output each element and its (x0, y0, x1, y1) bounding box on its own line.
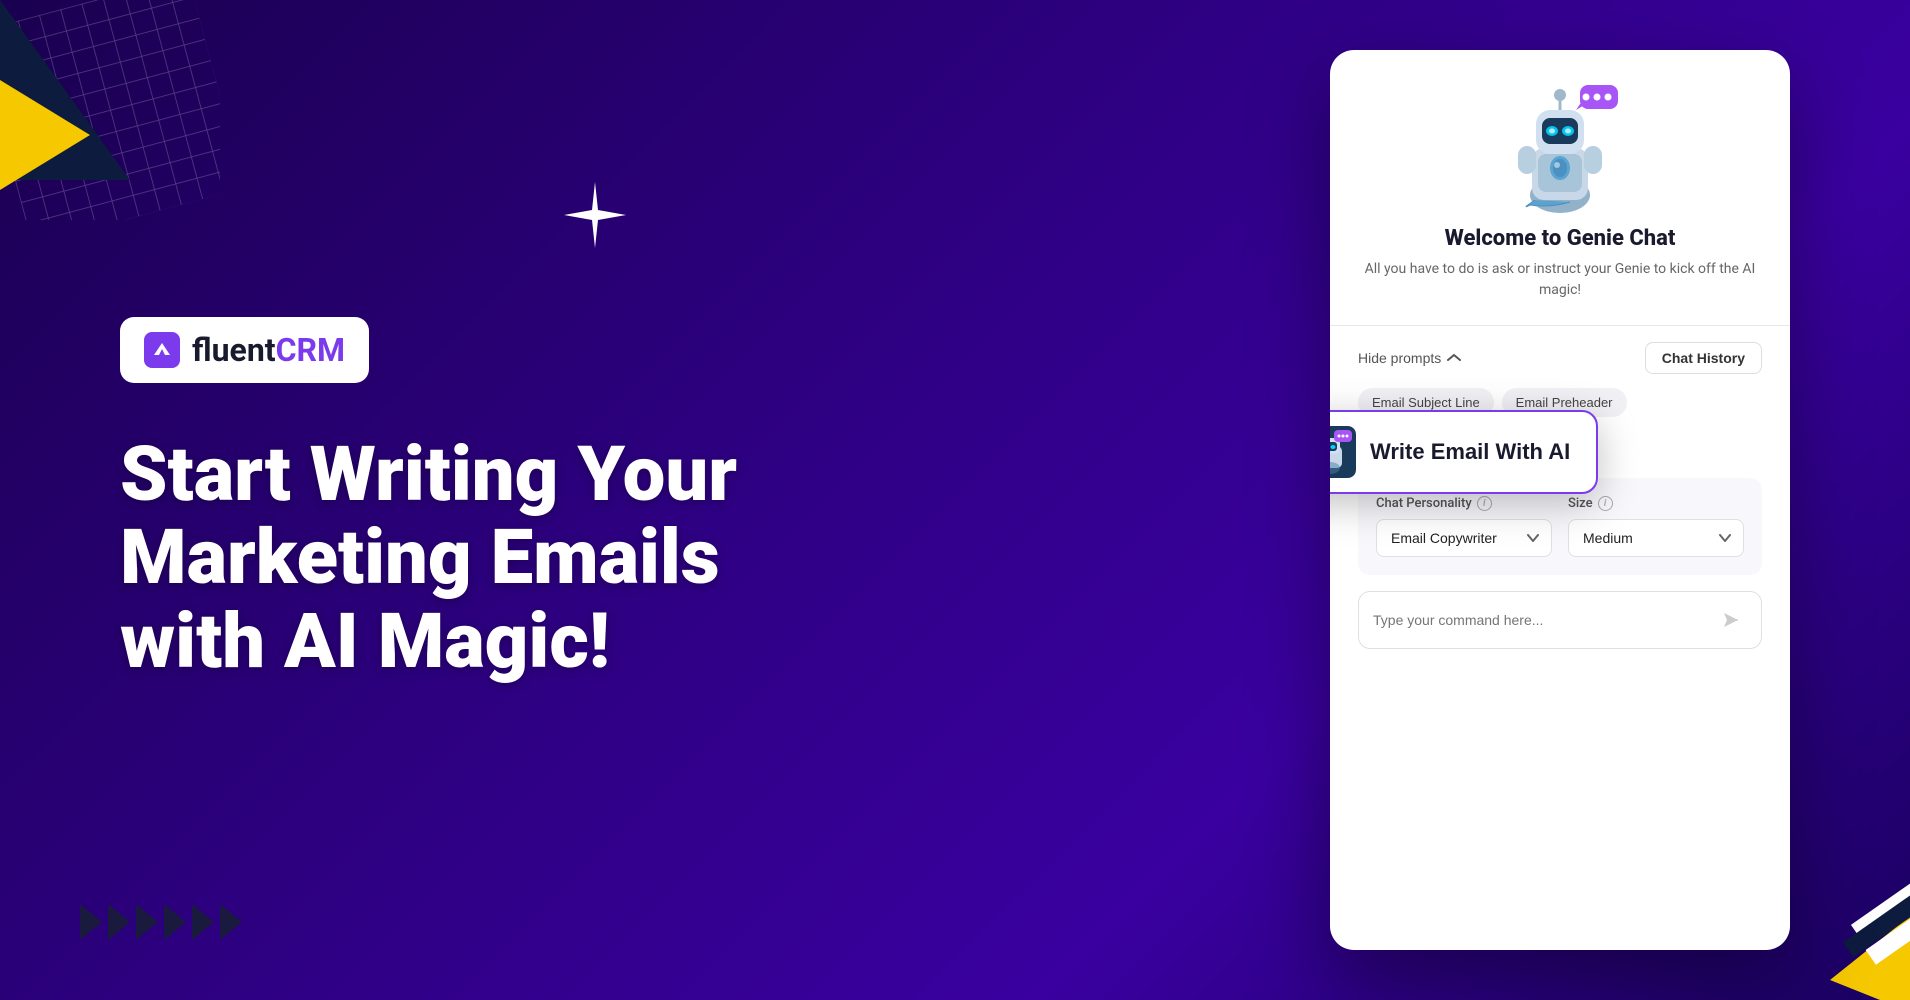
chat-input[interactable] (1373, 612, 1705, 628)
chevron-up-icon (1447, 353, 1461, 363)
genie-chat-panel: Welcome to Genie Chat All you have to do… (1330, 50, 1790, 950)
size-select[interactable]: Small Medium Large (1568, 519, 1744, 557)
send-icon (1722, 611, 1740, 629)
robot-avatar (1500, 80, 1620, 210)
settings-row: Chat Personality i Email Copywriter Sale… (1376, 496, 1744, 557)
robot-avatar-area (1358, 80, 1762, 210)
personality-label: Chat Personality i (1376, 496, 1552, 511)
send-button[interactable] (1715, 604, 1747, 636)
personality-group: Chat Personality i Email Copywriter Sale… (1376, 496, 1552, 557)
size-info-icon[interactable]: i (1598, 496, 1613, 511)
logo-text: fluentCRM (192, 331, 345, 369)
chat-history-label: Chat History (1662, 350, 1745, 366)
welcome-title: Welcome to Genie Chat (1358, 226, 1762, 251)
write-email-btn-label: Write Email With AI (1370, 439, 1570, 465)
write-btn-robot-icon (1330, 426, 1356, 478)
size-group: Size i Small Medium Large (1568, 496, 1744, 557)
logo-container: fluentCRM (120, 317, 369, 383)
personality-info-icon[interactable]: i (1477, 496, 1492, 511)
prompts-row: Hide prompts Chat History (1358, 342, 1762, 374)
chat-input-area (1358, 591, 1762, 649)
write-email-with-ai-button[interactable]: Write Email With AI (1330, 410, 1598, 494)
welcome-subtitle: All you have to do is ask or instruct yo… (1358, 259, 1762, 301)
hide-prompts-label: Hide prompts (1358, 350, 1441, 366)
chat-history-button[interactable]: Chat History (1645, 342, 1762, 374)
size-label: Size i (1568, 496, 1744, 511)
main-headline: Start Writing Your Marketing Emails with… (120, 433, 740, 684)
personality-select[interactable]: Email Copywriter Salesperson Storyteller… (1376, 519, 1552, 557)
hide-prompts-button[interactable]: Hide prompts (1358, 350, 1461, 366)
left-content-area: fluentCRM Start Writing Your Marketing E… (0, 0, 820, 1000)
panel-content: Welcome to Genie Chat All you have to do… (1330, 50, 1790, 950)
logo-icon (144, 332, 180, 368)
divider-line (1330, 325, 1790, 326)
